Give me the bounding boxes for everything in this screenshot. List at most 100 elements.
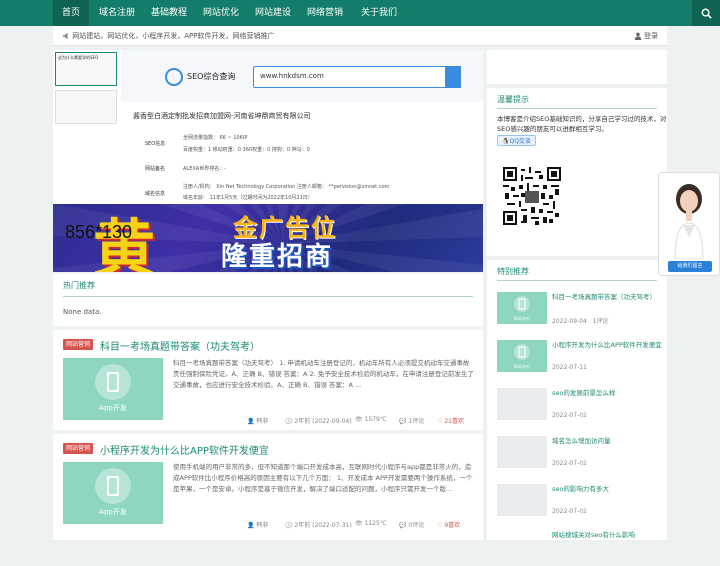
special-title: 特别推荐 <box>497 267 529 276</box>
views-text: 1125℃ <box>364 520 387 527</box>
seo-row: ALEXA世界排名：- <box>183 166 227 172</box>
banner-line2: 隆重招商 <box>221 242 334 272</box>
ad-banner[interactable]: 黄 856*130 金广告位 隆重招商 <box>53 204 483 272</box>
comment-icon: 💬 <box>399 418 407 425</box>
divider <box>497 108 657 109</box>
rec-date: 2022-09-04 1评论 <box>552 316 608 325</box>
nav-seo[interactable]: 网站优化 <box>198 0 244 26</box>
rec-thumbnail[interactable] <box>497 388 547 420</box>
post-title[interactable]: 小程序开发为什么比APP软件开发便宜 <box>100 442 269 457</box>
list-item[interactable]: SEO评分 科目一考场真题带答案（功夫驾考） 2022-09-04 1评论 <box>497 292 667 328</box>
list-item[interactable]: 域名怎么增加访问量 2022-07-02 <box>497 436 667 472</box>
seo-side-item: 域名信息 <box>144 191 165 197</box>
rec-thumbnail[interactable]: SEO评分 <box>497 292 547 324</box>
top-nav: 首页 域名注册 基础教程 网站优化 网站建设 网络营销 关于我们 <box>0 0 720 26</box>
nav-about[interactable]: 关于我们 <box>356 0 402 26</box>
category-badge[interactable]: 网站营销 <box>63 339 94 350</box>
phone-icon <box>95 364 131 400</box>
rec-title: seo的发展前景怎么样 <box>552 389 616 397</box>
heart-icon: ♡ <box>437 418 443 425</box>
login-link[interactable]: 登录 <box>634 26 658 46</box>
rec-date: 2022-07-02 <box>552 412 587 419</box>
search-icon <box>701 8 712 19</box>
rec-date-text: 2022-09-04 <box>552 318 587 325</box>
post-thumbnail[interactable]: App开发 <box>63 358 163 420</box>
list-item[interactable]: SEO评分 小程序开发为什么比APP软件开发便宜 2022-07-11 <box>497 340 667 376</box>
tips-text: 本博客是介绍SEO基础知识的，分享自己学习过的技术，对SEO感兴趣的朋友可以进群… <box>497 115 667 133</box>
rec-thumbnail[interactable]: SEO评分 <box>497 340 547 372</box>
comment-icon: 💬 <box>399 522 407 529</box>
slider-thumb[interactable]: 这为什么需要学的SEO <box>55 52 117 86</box>
eye-icon: 👁 <box>355 520 363 527</box>
views-text: 1579℃ <box>364 416 387 423</box>
comments-text: 0评论 <box>408 522 425 529</box>
seo-query-screenshot[interactable]: SEO综合查询 www.hnkdsm.com 酱香型白酒定制批发招商加盟网-河南… <box>121 50 483 204</box>
rec-date: 2022-07-02 <box>552 508 587 515</box>
eye-icon: 👁 <box>355 416 363 423</box>
search-button[interactable] <box>692 0 720 26</box>
seo-row: 全网流量指数： 66 ~ 106IP <box>183 135 248 141</box>
likes-text: 21喜欢 <box>444 418 464 425</box>
qr-code-icon <box>503 167 561 225</box>
rec-title: 科目一考场真题带答案（功夫驾考） <box>552 293 656 301</box>
post-author[interactable]: 👤 韩非 <box>247 416 268 425</box>
nav-domain[interactable]: 域名注册 <box>94 0 140 26</box>
seo-title: SEO综合查询 <box>187 72 236 81</box>
svg-text:SEO评分: SEO评分 <box>514 363 530 369</box>
post-likes[interactable]: ♡ 9喜欢 <box>437 520 460 529</box>
nav-marketing[interactable]: 网络营销 <box>302 0 348 26</box>
post-author[interactable]: 👤 韩非 <box>247 520 268 529</box>
post-comments[interactable]: 💬 0评论 <box>399 520 424 529</box>
rec-title: 域名怎么增加访问量 <box>552 437 611 445</box>
sidebar-blank-box <box>487 50 667 84</box>
list-item[interactable]: seo的发展前景怎么样 2022-07-02 <box>497 388 667 424</box>
nav-build[interactable]: 网站建设 <box>250 0 296 26</box>
seo-domain-field: www.hnkdsm.com <box>253 66 461 88</box>
thumbnail-label: App开发 <box>99 508 127 516</box>
rec-thumbnail[interactable] <box>497 436 547 468</box>
clock-icon: 🕓 <box>285 418 293 425</box>
nav-home[interactable]: 首页 <box>53 0 89 26</box>
post-card: 网站营销 小程序开发为什么比APP软件开发便宜 App开发 使用手机端的用户非常… <box>53 434 483 540</box>
thumb-caption: 这为什么需要学的SEO <box>58 55 99 60</box>
post-comments[interactable]: 💬 1评论 <box>399 416 424 425</box>
list-item[interactable]: 网站搜城关对seo有什么影响 <box>497 530 667 566</box>
heart-icon: ♡ <box>437 522 443 529</box>
list-item[interactable]: seo的影响力有多大 2022-07-02 <box>497 484 667 520</box>
post-likes[interactable]: ♡ 21喜欢 <box>437 416 464 425</box>
nav-basics[interactable]: 基础教程 <box>146 0 192 26</box>
login-label: 登录 <box>644 32 658 40</box>
post-excerpt: 科目一考场真题带答案（功夫驾考） 1. 申请机动车注册登记的，机动车所有人必须提… <box>173 359 474 389</box>
qq-chat-button[interactable]: 🐧QQ交谈 <box>497 135 536 146</box>
seo-row: 注册人/机构： Xin Net Technology Corporation 注… <box>183 184 390 190</box>
post-thumbnail[interactable]: App开发 <box>63 462 163 524</box>
rec-title: 网站搜城关对seo有什么影响 <box>552 531 635 539</box>
seo-side-item: 网站备名 <box>144 166 165 172</box>
time-text: 2年前 (2022-07-31) <box>294 522 352 529</box>
likes-text: 9喜欢 <box>444 522 461 529</box>
slider: 这为什么需要学的SEO SEO综合查询 www.hnkdsm.com 酱香型白酒… <box>53 50 483 272</box>
divider <box>497 280 657 281</box>
rec-comments: 1评论 <box>592 318 609 325</box>
seo-company: 酱香型白酒定制批发招商加盟网-河南省坤鼎商贸有限公司 <box>133 112 311 120</box>
post-views: 👁 1125℃ <box>355 520 387 527</box>
category-badge[interactable]: 网站营销 <box>63 443 94 454</box>
contact-widget[interactable]: 给我们留言 <box>658 172 720 276</box>
svg-text:SEO评分: SEO评分 <box>514 315 530 321</box>
author-name: 韩非 <box>256 522 269 529</box>
notice-bar: 网站建站，网站优化，小程序开发，APP软件开发，网络营销推广 登录 <box>53 26 667 46</box>
tips-box: 温馨提示 本博客是介绍SEO基础知识的，分享自己学习过的技术，对SEO感兴趣的朋… <box>487 88 667 256</box>
rec-thumbnail[interactable] <box>497 484 547 516</box>
user-icon: 👤 <box>247 522 255 529</box>
clock-icon: 🕓 <box>285 522 293 529</box>
seo-logo-icon <box>165 68 183 86</box>
rec-date: 2022-07-11 <box>552 364 587 371</box>
seo-domain: www.hnkdsm.com <box>260 72 324 80</box>
leave-message-button[interactable]: 给我们留言 <box>668 261 712 272</box>
slider-thumb[interactable] <box>55 90 117 124</box>
phone-icon: SEO评分 <box>514 344 530 369</box>
seo-row: 域名年龄： 11年1月5天（过期时间为2022年10月21日） <box>183 195 313 201</box>
post-title[interactable]: 科目一考场真题带答案（功夫驾考） <box>100 338 260 353</box>
rec-title: 小程序开发为什么比APP软件开发便宜 <box>552 341 662 349</box>
customer-service-avatar-icon <box>674 184 704 260</box>
